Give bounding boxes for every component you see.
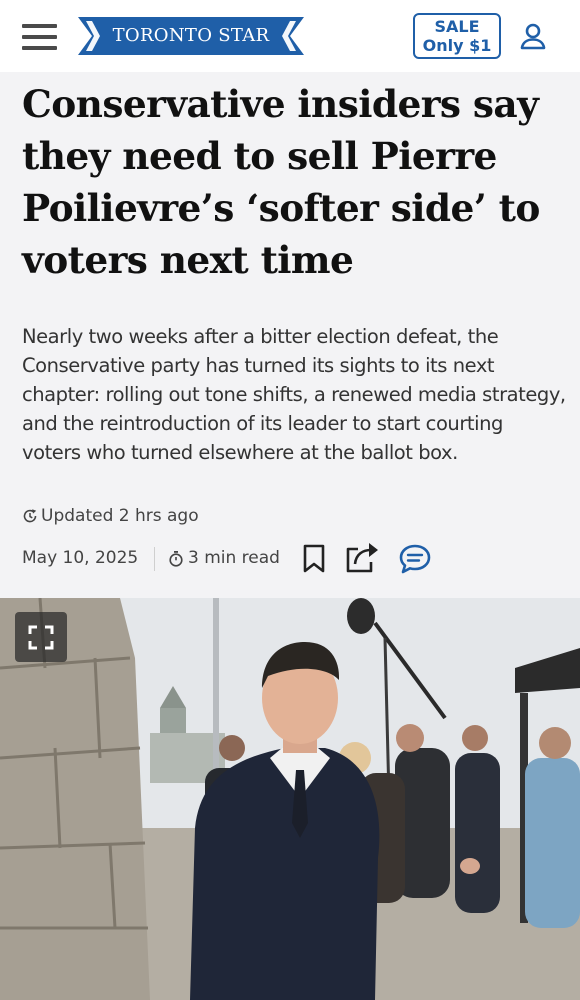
logo-text: TORONTO STAR [112, 25, 270, 46]
refresh-clock-icon [23, 509, 37, 523]
sale-price-label: Only $1 [422, 36, 492, 55]
article-headline: Conservative insiders say they need to s… [22, 82, 540, 282]
hamburger-menu-icon[interactable] [22, 24, 57, 50]
read-time: 3 min read [168, 545, 280, 571]
read-time-text: 3 min read [188, 548, 280, 568]
toronto-star-logo[interactable]: TORONTO STAR [78, 17, 304, 55]
stopwatch-icon [169, 550, 183, 567]
article-photo[interactable] [0, 598, 580, 1000]
bookmark-icon[interactable] [302, 544, 326, 574]
publish-date: May 10, 2025 [22, 548, 139, 568]
updated-timestamp: Updated 2 hrs ago [22, 503, 199, 529]
updated-text: Updated 2 hrs ago [41, 506, 199, 526]
sale-label: SALE [434, 17, 480, 36]
article-summary: Nearly two weeks after a bitter election… [22, 325, 566, 464]
user-account-icon[interactable] [518, 22, 548, 52]
sale-subscribe-button[interactable]: SALE Only $1 [413, 13, 501, 59]
photo-illustration [0, 598, 580, 1000]
comment-icon[interactable] [398, 543, 432, 575]
article-meta-row: May 10, 2025 3 min read [22, 540, 442, 578]
share-icon[interactable] [344, 540, 380, 574]
meta-divider [154, 547, 155, 571]
expand-fullscreen-icon[interactable] [15, 612, 67, 662]
top-bar: TORONTO STAR SALE Only $1 [0, 0, 580, 72]
